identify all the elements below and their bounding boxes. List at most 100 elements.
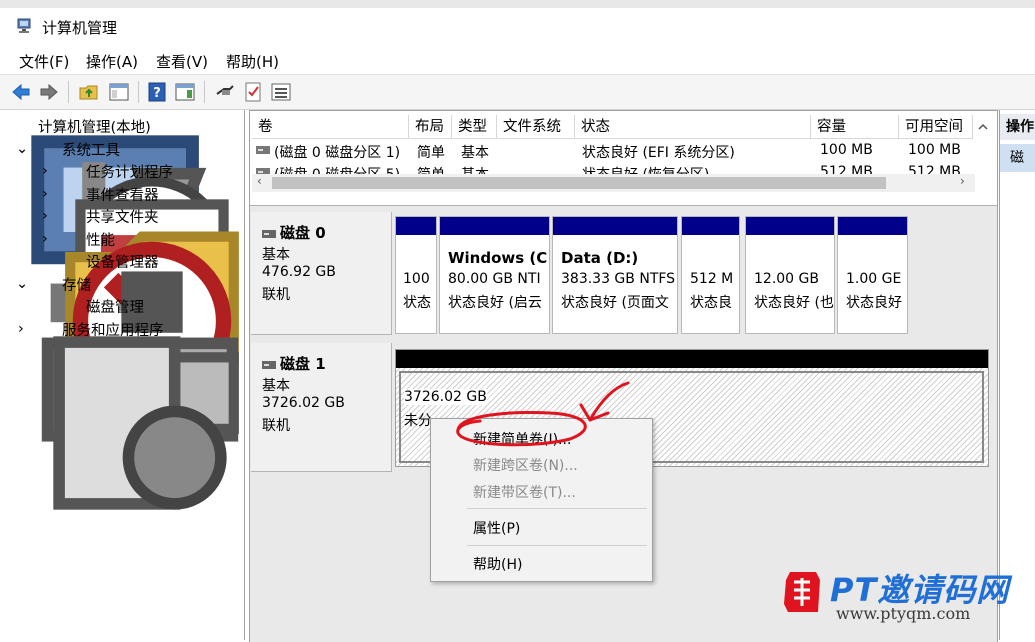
- actions-pane: 操作 磁盘: [999, 110, 1035, 640]
- expand-chevron-icon[interactable]: ›: [42, 163, 48, 179]
- partition-efi[interactable]: 100 状态: [395, 216, 437, 334]
- menu-help[interactable]: 帮助(H): [226, 51, 279, 72]
- partition-status: 状态良好 (也: [754, 295, 834, 311]
- cell-capacity: 100 MB: [820, 142, 873, 158]
- partition-size: 383.33 GB NTFS: [561, 271, 676, 287]
- properties-check-icon[interactable]: [242, 81, 264, 103]
- partition-windows-c[interactable]: Windows (C 80.00 GB NTI 状态良好 (启云: [439, 216, 550, 334]
- disk-1-type: 基本: [262, 378, 290, 394]
- column-header-layout[interactable]: 布局: [409, 115, 452, 139]
- disk-0-name: 磁盘 0: [280, 224, 326, 242]
- disk-icon: [262, 229, 276, 238]
- scroll-up-icon[interactable]: [975, 119, 991, 135]
- cell-volume: (磁盘 0 磁盘分区 1): [274, 145, 401, 161]
- expand-chevron-icon[interactable]: ›: [42, 208, 48, 224]
- cell-type: 基本: [461, 145, 489, 161]
- tree-item-task-scheduler[interactable]: 任务计划程序: [86, 161, 173, 182]
- horizontal-scrollbar[interactable]: ‹ ›: [252, 174, 975, 192]
- cell-status: 状态良好 (EFI 系统分区): [582, 145, 735, 161]
- partition-label: Windows (C: [448, 249, 548, 267]
- expand-chevron-icon[interactable]: ›: [42, 231, 48, 247]
- column-header-type[interactable]: 类型: [452, 115, 497, 139]
- partition-status: 状态良好 (启云: [448, 295, 542, 311]
- collapse-chevron-icon[interactable]: ⌄: [16, 276, 28, 292]
- scroll-right-icon[interactable]: ›: [960, 174, 965, 188]
- partition-bar: [553, 217, 677, 235]
- table-row[interactable]: (磁盘 0 磁盘分区 1) 简单 基本 状态良好 (EFI 系统分区) 100 …: [250, 141, 975, 161]
- column-header-volume[interactable]: 卷: [252, 115, 409, 139]
- menu-item-help[interactable]: 帮助(H): [473, 554, 522, 574]
- show-action-pane-icon[interactable]: [174, 81, 196, 103]
- disk-1-size: 3726.02 GB: [262, 395, 345, 411]
- forward-arrow-icon[interactable]: [38, 81, 60, 103]
- up-folder-icon[interactable]: [78, 81, 100, 103]
- title-bar: 计算机管理: [0, 8, 1035, 46]
- volume-list: (磁盘 0 磁盘分区 1) 简单 基本 状态良好 (EFI 系统分区) 100 …: [250, 141, 975, 175]
- svg-text:?: ?: [153, 86, 161, 101]
- unallocated-status: 未分: [404, 413, 432, 429]
- tree-item-system-tools[interactable]: 系统工具: [62, 139, 120, 160]
- partition-status: 状态良好: [846, 295, 902, 311]
- scrollbar-thumb[interactable]: [272, 177, 886, 189]
- partition-data-d[interactable]: Data (D:) 383.33 GB NTFS 状态良好 (页面文: [552, 216, 678, 334]
- column-header-filesystem[interactable]: 文件系统: [497, 115, 575, 139]
- partition-bar: [838, 217, 907, 235]
- disk-1-status: 联机: [262, 418, 290, 434]
- actions-header: 操作: [1000, 114, 1035, 140]
- menu-view[interactable]: 查看(V): [156, 51, 208, 72]
- column-header-status[interactable]: 状态: [575, 115, 811, 139]
- tree-item-storage[interactable]: 存储: [62, 274, 91, 295]
- cell-free-space: 100 MB: [908, 142, 961, 158]
- annotation-circle-arrow: [456, 381, 630, 447]
- expand-chevron-icon[interactable]: ›: [18, 321, 24, 337]
- scroll-left-icon[interactable]: ‹: [257, 174, 262, 188]
- partition-bar: [682, 217, 739, 235]
- services-icon: [53, 336, 227, 510]
- partition-size: 12.00 GB: [754, 271, 819, 287]
- watermark-url: www.ptyqm.com: [836, 604, 971, 623]
- disk-0-type: 基本: [262, 247, 290, 263]
- partition-status: 状态: [403, 295, 431, 311]
- connect-icon[interactable]: [214, 81, 236, 103]
- collapse-chevron-icon[interactable]: ⌄: [16, 141, 28, 157]
- show-hide-tree-icon[interactable]: [108, 81, 130, 103]
- navigation-tree: 计算机管理(本地) ⌄ 系统工具 › 任务计划程序 › 事件查看器 › 共享文件…: [0, 110, 245, 640]
- partition-recovery[interactable]: 512 M 状态良: [681, 216, 740, 334]
- disk-1-name: 磁盘 1: [280, 355, 326, 373]
- toolbar-separator: [68, 81, 69, 103]
- menu-item-properties[interactable]: 属性(P): [473, 518, 520, 538]
- tree-item-shared-folders[interactable]: 共享文件夹: [86, 206, 159, 227]
- volume-icon: [256, 146, 270, 154]
- tree-item-root[interactable]: 计算机管理(本地): [38, 116, 151, 137]
- back-arrow-icon[interactable]: [10, 81, 32, 103]
- partition-size: 80.00 GB NTI: [448, 271, 541, 287]
- tree-item-services-apps[interactable]: 服务和应用程序: [62, 319, 164, 340]
- disk-0-info[interactable]: 磁盘 0 基本 476.92 GB 联机: [251, 212, 392, 335]
- tree-item-performance[interactable]: 性能: [86, 229, 115, 250]
- unallocated-bar: [396, 350, 988, 368]
- column-header-capacity[interactable]: 容量: [811, 115, 899, 139]
- expand-chevron-icon[interactable]: ›: [42, 186, 48, 202]
- list-view-icon[interactable]: [270, 81, 292, 103]
- tree-item-event-viewer[interactable]: 事件查看器: [86, 184, 159, 205]
- menu-action[interactable]: 操作(A): [86, 51, 138, 72]
- computer-management-icon: [17, 18, 31, 33]
- partition-label: Data (D:): [561, 249, 639, 267]
- help-icon[interactable]: ?: [146, 81, 168, 103]
- disk-1-info[interactable]: 磁盘 1 基本 3726.02 GB 联机: [251, 343, 392, 472]
- disk-0-title: 磁盘 0: [262, 222, 326, 243]
- watermark-logo-icon: [784, 572, 820, 612]
- partition-bar: [746, 217, 834, 235]
- window-title: 计算机管理: [42, 19, 118, 37]
- partition-status: 状态良好 (页面文: [561, 295, 669, 311]
- column-header-free-space[interactable]: 可用空间: [899, 115, 973, 139]
- partition-12gb[interactable]: 12.00 GB 状态良好 (也: [745, 216, 835, 334]
- menu-separator: [467, 508, 647, 509]
- tree-item-disk-management[interactable]: 磁盘管理: [86, 296, 144, 317]
- partition-1gb[interactable]: 1.00 GE 状态良好: [837, 216, 908, 334]
- partition-size: 100: [403, 271, 430, 287]
- tree-item-device-manager[interactable]: 设备管理器: [86, 251, 159, 272]
- menu-file[interactable]: 文件(F): [19, 51, 69, 72]
- actions-item-disk[interactable]: 磁盘: [1000, 144, 1035, 172]
- disk-icon: [262, 360, 276, 369]
